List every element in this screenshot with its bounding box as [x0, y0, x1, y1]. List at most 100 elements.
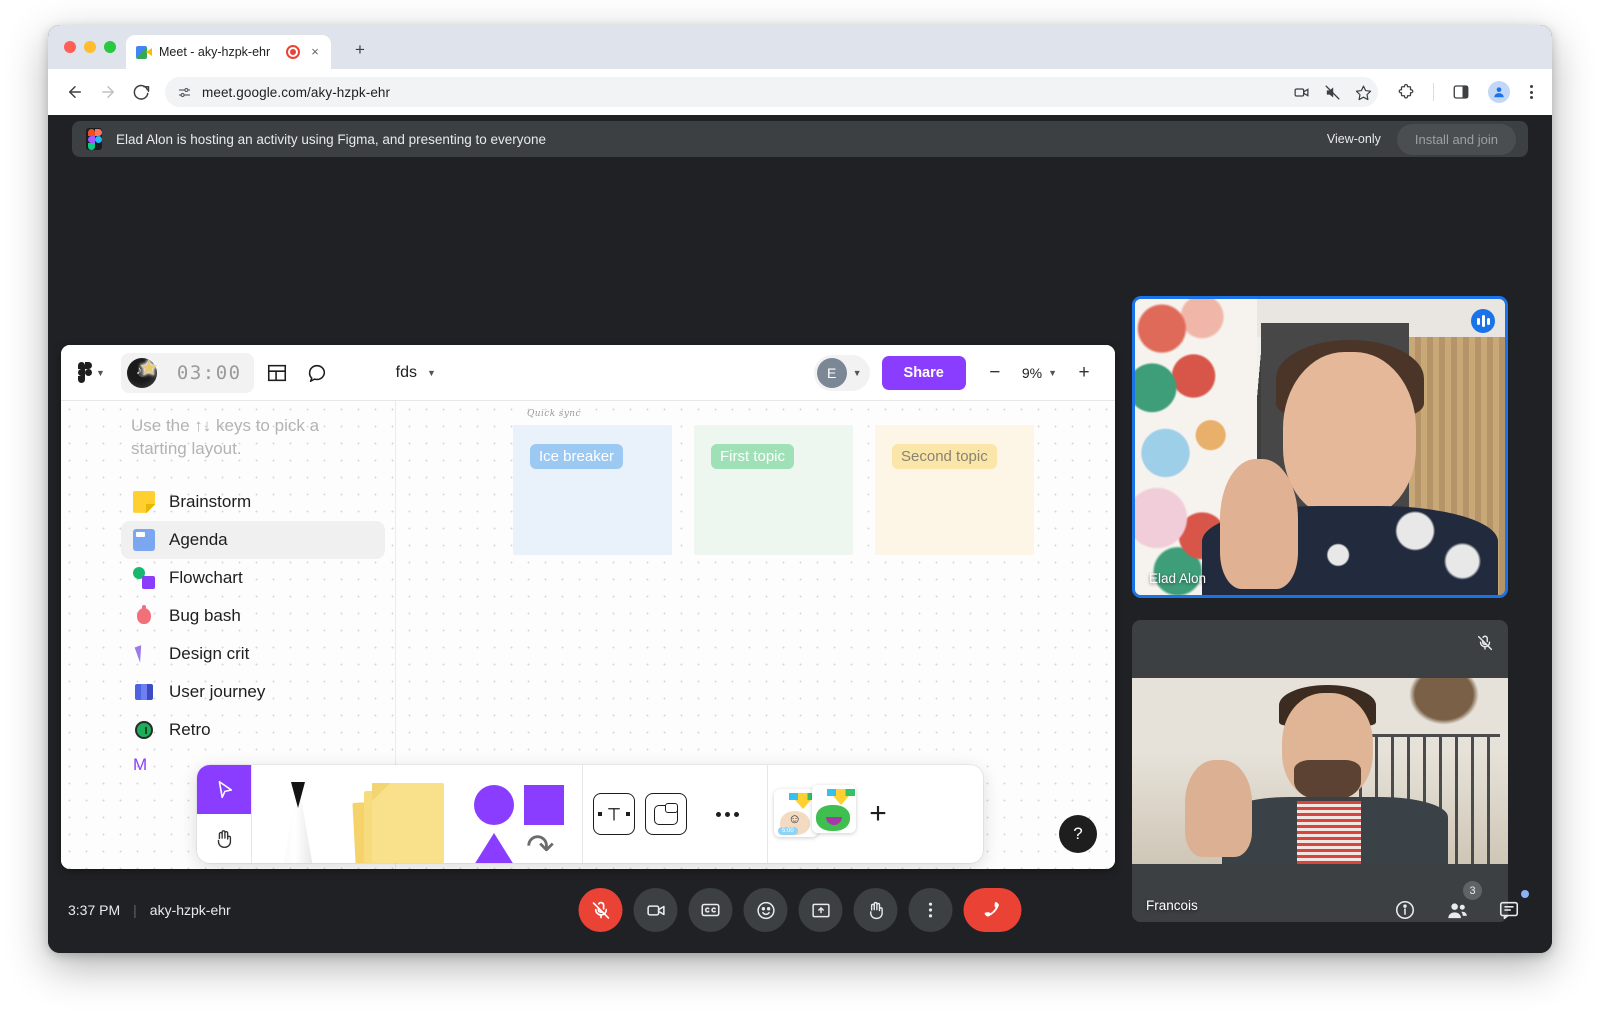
hand-tool[interactable]	[197, 814, 251, 863]
video-tile-elad-alon[interactable]: Elad Alon	[1132, 296, 1508, 598]
camera-permission-icon[interactable]	[1293, 84, 1310, 101]
bookmark-star-icon[interactable]	[1355, 84, 1372, 101]
layout-item-user-journey[interactable]: User journey	[121, 673, 385, 711]
stopwatch-icon	[133, 719, 155, 741]
chat-unread-dot	[1521, 890, 1529, 898]
zoom-out-button[interactable]: −	[978, 356, 1012, 390]
raise-hand-button[interactable]	[853, 888, 898, 932]
extensions-puzzle-icon[interactable]	[1391, 77, 1421, 107]
forward-button[interactable]	[93, 77, 123, 107]
people-panel-button[interactable]: 3	[1440, 881, 1482, 927]
layout-item-agenda[interactable]: Agenda	[121, 520, 385, 559]
leave-call-button[interactable]	[963, 888, 1022, 932]
meeting-details-button[interactable]	[1388, 893, 1422, 927]
circle-shape-icon	[474, 785, 514, 825]
square-shape-icon	[524, 785, 564, 825]
browser-menu-icon[interactable]	[1522, 85, 1540, 99]
camera-toggle-button[interactable]	[633, 888, 678, 932]
agenda-card[interactable]: First topic	[694, 425, 853, 555]
mic-off-icon	[1472, 630, 1498, 656]
reload-button[interactable]	[126, 77, 156, 107]
green-blob-sticker-icon[interactable]	[812, 785, 856, 833]
figma-main-menu-button[interactable]: ▼	[75, 358, 109, 388]
sticky-note-tool[interactable]	[344, 765, 462, 863]
figma-collaborator-avatars[interactable]: E ▼	[813, 354, 870, 391]
agenda-card[interactable]: Second topic	[875, 425, 1034, 555]
help-button[interactable]: ?	[1059, 815, 1097, 853]
minimize-window-button[interactable]	[84, 41, 96, 53]
reactions-button[interactable]	[743, 888, 788, 932]
install-and-join-button[interactable]: Install and join	[1396, 123, 1516, 155]
figma-timer-widget[interactable]: ★ 03:00	[120, 352, 254, 393]
meet-bottom-bar: 3:37 PM | aky-hzpk-ehr 3	[48, 867, 1552, 953]
widget-time-chip: 5:00	[778, 827, 798, 835]
side-panel-icon[interactable]	[1446, 77, 1476, 107]
layout-item-bug-bash[interactable]: Bug bash	[121, 597, 385, 635]
chevron-down-icon: ▼	[1048, 367, 1057, 378]
omnibox[interactable]: meet.google.com/aky-hzpk-ehr	[165, 77, 1378, 107]
layout-item-retro[interactable]: Retro	[121, 711, 385, 749]
layout-item-label: User journey	[169, 681, 266, 701]
frame-icon	[654, 803, 678, 825]
chevron-down-icon: ▼	[426, 367, 436, 378]
captions-toggle-button[interactable]	[688, 888, 733, 932]
microphone-toggle-button[interactable]	[578, 888, 623, 932]
browser-tab[interactable]: Meet - aky-hzpk-ehr ×	[126, 35, 331, 69]
people-count-badge: 3	[1463, 881, 1482, 900]
figma-layout-button[interactable]	[260, 356, 294, 390]
shapes-tool[interactable]: ↷	[462, 765, 582, 863]
close-window-button[interactable]	[64, 41, 76, 53]
mute-tab-icon[interactable]	[1324, 84, 1341, 101]
letterbox-top	[1132, 620, 1508, 678]
layout-item-label: Agenda	[169, 529, 228, 549]
layout-item-label: Flowchart	[169, 567, 243, 587]
pen-tool[interactable]	[252, 765, 344, 863]
new-tab-button[interactable]: +	[348, 38, 372, 62]
profile-avatar-icon[interactable]	[1488, 81, 1510, 103]
google-meet-favicon-icon	[136, 45, 152, 59]
chevron-down-icon: ▼	[852, 367, 862, 378]
frame-tool[interactable]	[645, 793, 687, 835]
participant-name: Elad Alon	[1149, 571, 1207, 586]
agenda-cards: Ice breaker First topic Second topic	[513, 425, 1034, 555]
maximize-window-button[interactable]	[104, 41, 116, 53]
figma-presentation-surface: ▼ ★ 03:00	[61, 345, 1115, 869]
separator: |	[133, 902, 137, 918]
chat-panel-button[interactable]	[1492, 890, 1529, 927]
layout-item-brainstorm[interactable]: Brainstorm	[121, 483, 385, 521]
flowchart-icon	[133, 566, 155, 589]
figma-document-title[interactable]: fds ▼	[396, 364, 436, 382]
sticky-note-icon	[133, 490, 155, 513]
layout-item-flowchart[interactable]: Flowchart	[121, 559, 385, 597]
agenda-card[interactable]: Ice breaker	[513, 425, 672, 555]
text-tool[interactable]	[593, 793, 635, 835]
agenda-card-label: First topic	[711, 444, 795, 469]
select-tool[interactable]	[197, 765, 251, 814]
participant-name: Francois	[1146, 898, 1198, 913]
layout-item-label: Brainstorm	[169, 491, 252, 511]
zoom-in-button[interactable]: +	[1067, 356, 1101, 390]
video-feed	[1132, 678, 1508, 864]
share-button[interactable]: Share	[881, 355, 966, 390]
bug-icon	[133, 604, 155, 627]
close-tab-icon[interactable]: ×	[307, 44, 323, 60]
screen: Meet - aky-hzpk-ehr × + meet.google.com/…	[0, 0, 1600, 1036]
figma-activity-banner: Elad Alon is hosting an activity using F…	[72, 121, 1528, 157]
more-options-button[interactable]	[908, 888, 953, 932]
more-tools-button[interactable]	[697, 811, 757, 817]
layout-item-design-crit[interactable]: Design crit	[121, 635, 385, 673]
site-settings-icon[interactable]	[177, 85, 192, 100]
star-sticker-icon: ★	[138, 354, 159, 380]
layout-item-label: Design crit	[169, 643, 250, 663]
add-widget-button[interactable]: +	[856, 791, 900, 837]
recording-icon[interactable]	[286, 45, 300, 59]
figma-toolbar: ▼ ★ 03:00	[61, 345, 1115, 401]
back-button[interactable]	[60, 77, 90, 107]
zoom-level-dropdown[interactable]: 9% ▼	[1012, 365, 1067, 381]
figma-logo-icon	[86, 128, 102, 150]
present-screen-button[interactable]	[798, 888, 843, 932]
audio-level-icon	[1471, 309, 1495, 333]
figma-comment-button[interactable]	[300, 356, 334, 390]
figma-canvas[interactable]: Use the ↑↓ keys to pick a starting layou…	[61, 401, 1115, 869]
meeting-info: 3:37 PM | aky-hzpk-ehr	[68, 902, 231, 918]
